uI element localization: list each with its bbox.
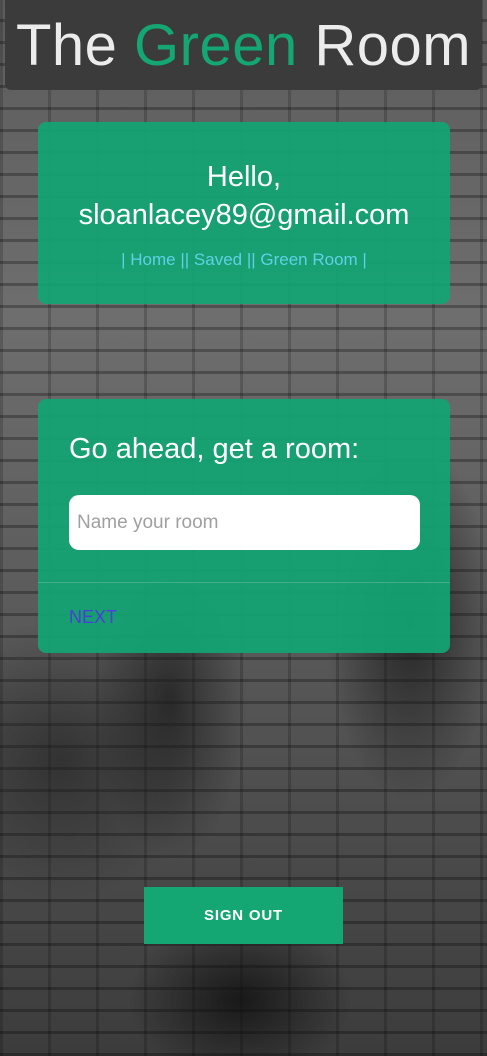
sign-out-button[interactable]: SIGN OUT: [144, 887, 343, 944]
nav-home-link[interactable]: | Home |: [121, 250, 185, 269]
room-form-title: Go ahead, get a room:: [69, 433, 360, 465]
greeting-card: Hello, sloanlacey89@gmail.com | Home || …: [38, 122, 450, 304]
greeting-hello: Hello,: [206, 161, 282, 193]
divider: [38, 582, 450, 583]
title-part1: The: [15, 12, 135, 78]
next-link[interactable]: NEXT: [69, 607, 117, 628]
app-header: The Green Room: [5, 0, 482, 90]
nav-saved-link[interactable]: | Saved |: [185, 250, 251, 269]
room-card: Go ahead, get a room: NEXT: [38, 399, 450, 653]
user-email: sloanlacey89@gmail.com: [78, 199, 410, 231]
nav-green-room-link[interactable]: | Green Room |: [251, 250, 367, 269]
nav-links: | Home || Saved || Green Room |: [38, 250, 450, 270]
title-part2: Room: [297, 12, 472, 78]
title-accent: Green: [134, 12, 298, 78]
app-title: The Green Room: [16, 12, 471, 79]
room-name-input[interactable]: [69, 495, 420, 550]
